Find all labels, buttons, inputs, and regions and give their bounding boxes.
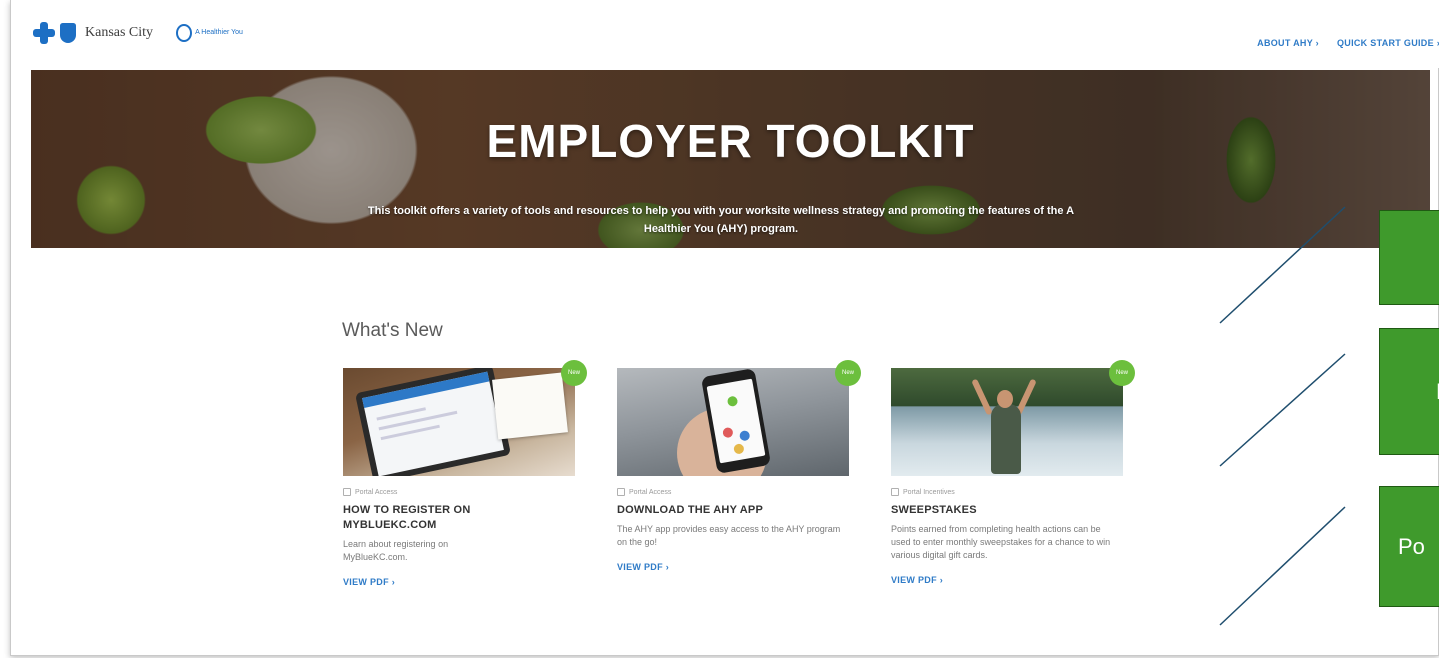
notebook-image [492,372,568,440]
arm-left [971,378,993,416]
blue-cross-icon [33,22,55,44]
person-head [997,390,1013,408]
app-dot [722,426,734,439]
card-title: HOW TO REGISTER ON MYBLUEKC.COM [343,504,471,531]
app-dot [738,429,751,442]
tablet-bar [362,371,490,408]
callout-text-3: Po [1398,533,1425,559]
section-title: What's New [342,320,443,341]
partner-logo: A Healthier You [176,24,243,42]
tablet-screen [362,371,504,476]
view-pdf-link[interactable]: VIEW PDF › [891,575,943,585]
category-icon [343,488,351,496]
hero-banner: EMPLOYER TOOLKIT This toolkit offers a v… [31,70,1430,248]
card-title: SWEEPSTAKES [891,504,977,516]
app-dot [726,395,739,408]
category-icon [617,488,625,496]
person-image [991,404,1021,474]
new-badge: New [835,360,861,386]
nav-about-ahy[interactable]: ABOUT AHY › [1257,38,1319,48]
card-description: Points earned from completing health act… [891,524,1111,560]
card-app: New Portal Access DOWNLOAD THE AHY APP T… [617,360,861,575]
blue-shield-icon [60,23,76,43]
card-register: New Portal Access HOW TO REGISTER ON MYB… [343,360,587,590]
category-label: Portal Access [629,488,672,496]
category-label: Portal Access [355,488,398,496]
hero-subtitle: This toolkit offers a variety of tools a… [367,205,1075,235]
card-image-app[interactable] [617,368,849,476]
top-nav: ABOUT AHY › QUICK START GUIDE › [1257,38,1439,48]
new-badge: New [561,360,587,386]
card-image-sweepstakes[interactable] [891,368,1123,476]
partner-figure-icon [176,24,193,42]
callout-box-2: N [1379,328,1439,455]
card-title: DOWNLOAD THE AHY APP [617,504,763,516]
category-label: Portal Incentives [903,488,955,496]
logo-text: Kansas City [85,25,154,40]
partner-text: A Healthier You [195,29,243,36]
category-icon [891,488,899,496]
tablet-image [354,368,512,476]
card-category: Portal Access [343,488,575,496]
bcbs-logo[interactable]: Kansas City A Healthier You [33,22,243,44]
phone-screen [706,378,766,464]
new-badge: New [1109,360,1135,386]
site-header: Kansas City A Healthier You ABOUT AHY › … [11,0,1439,68]
card-description: The AHY app provides easy access to the … [617,524,841,547]
view-pdf-link[interactable]: VIEW PDF › [617,562,669,572]
hero-title: EMPLOYER TOOLKIT [486,115,975,167]
nav-quick-start-guide[interactable]: QUICK START GUIDE › [1337,38,1439,48]
card-description: Learn about registering on MyBlueKC.com. [343,539,449,562]
card-category: Portal Incentives [891,488,1123,496]
callout-box-3: Po [1379,486,1439,607]
card-category: Portal Access [617,488,849,496]
app-dot [733,443,745,455]
callout-box-1 [1379,210,1439,305]
card-sweepstakes: New Portal Incentives SWEEPSTAKES Points… [891,360,1135,588]
card-image-register[interactable] [343,368,575,476]
view-pdf-link[interactable]: VIEW PDF › [343,577,395,587]
